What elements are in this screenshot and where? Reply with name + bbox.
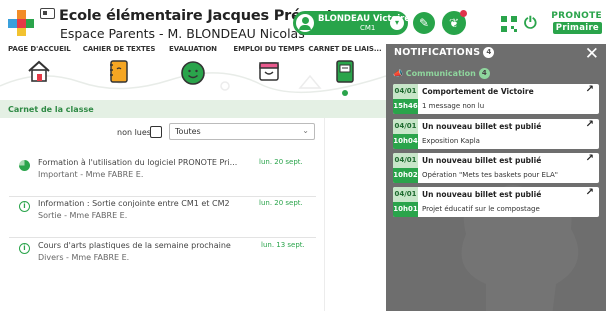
category-filter-value: Toutes [175, 127, 201, 136]
notification-title: Comportement de Victoire [422, 87, 534, 96]
notifications-title: NOTIFICATIONS 4 [394, 47, 495, 58]
chevron-down-icon: ⌄ [302, 126, 309, 135]
id-card-icon [40, 8, 55, 19]
notification-detail: Opération "Mets tes baskets pour ELA" [422, 171, 559, 179]
unread-filter-checkbox[interactable] [150, 126, 162, 138]
notification-date: 04/01 [393, 84, 418, 99]
smiley-icon [181, 61, 205, 85]
notification-card[interactable]: 04/01 15h46 Comportement de Victoire 1 m… [393, 84, 599, 114]
open-arrow-icon[interactable]: ↗ [586, 84, 594, 95]
nav-label: CAHIER DE TEXTES [82, 45, 156, 53]
notification-time: 10h04 [393, 134, 418, 149]
notifications-panel: NOTIFICATIONS 4 ✕ 📣 Communication 4 04/01 … [386, 44, 606, 311]
item-subtitle: Sortie - Mme FABRE E. [38, 211, 128, 220]
notification-detail: 1 message non lu [422, 102, 485, 110]
notification-time: 10h02 [393, 168, 418, 183]
notification-card[interactable]: 04/01 10h01 Un nouveau billet est publié… [393, 187, 599, 217]
gift-notification-icon[interactable]: ❦ [442, 10, 467, 35]
logout-power-icon[interactable]: ⏻ [524, 13, 537, 33]
megaphone-icon: 📣 [393, 69, 406, 78]
notifications-title-text: NOTIFICATIONS [394, 47, 481, 58]
item-date: lun. 20 sept. [259, 158, 303, 166]
nav-item-emploi-du-temps[interactable]: EMPLOI DU TEMPS [233, 44, 305, 99]
school-name: Ecole élémentaire Jacques Prévert [40, 8, 334, 24]
pronote-brand: PRONOTE [551, 11, 602, 21]
nav-item-accueil[interactable]: PAGE D'ACCUEIL [8, 44, 71, 99]
pronote-sub: Primaire [552, 22, 602, 34]
qr-code-icon[interactable] [501, 16, 517, 32]
nav-label: EMPLOI DU TEMPS [233, 45, 305, 53]
pronote-logo: PRONOTE Primaire [548, 11, 602, 37]
close-icon[interactable]: ✕ [585, 44, 599, 64]
nav-label: EVALUATION [169, 45, 217, 53]
info-icon: i [19, 201, 30, 212]
active-nav-indicator [342, 90, 348, 96]
nav-item-evaluation[interactable]: EVALUATION [162, 44, 224, 99]
nav-label: PAGE D'ACCUEIL [8, 45, 71, 53]
notification-time: 10h01 [393, 202, 418, 217]
house-icon [28, 60, 50, 82]
unread-filter-label: non lues [117, 128, 151, 137]
student-selector[interactable]: BLONDEAU Victoire CM1 ▾ [293, 11, 410, 35]
app-header: Ecole élémentaire Jacques Prévert Espace… [0, 0, 606, 44]
nav-label: CARNET DE LIAIS... [308, 45, 382, 53]
list-item[interactable]: i Cours d'arts plastiques de la semaine … [0, 240, 324, 280]
row-separator [9, 237, 316, 238]
notification-card[interactable]: 04/01 10h04 Un nouveau billet est publié… [393, 119, 599, 149]
item-title: Information : Sortie conjointe entre CM1… [38, 199, 230, 208]
item-subtitle: Important - Mme FABRE E. [38, 170, 144, 179]
notification-detail: Exposition Kapla [422, 137, 480, 145]
item-title: Cours d'arts plastiques de la semaine pr… [38, 241, 231, 250]
calendar-icon [259, 62, 279, 81]
list-item[interactable]: i Information : Sortie conjointe entre C… [0, 198, 324, 238]
item-date: lun. 13 sept. [261, 241, 305, 249]
notification-title: Un nouveau billet est publié [422, 190, 542, 199]
row-separator [9, 196, 316, 197]
main-nav: PAGE D'ACCUEIL CAHIER DE TEXTES EVALUATI… [0, 44, 386, 99]
item-date: lun. 20 sept. [259, 199, 303, 207]
category-filter-select[interactable]: Toutes ⌄ [169, 123, 315, 140]
list-item[interactable]: Formation à l'utilisation du logiciel PR… [0, 157, 324, 197]
item-title: Formation à l'utilisation du logiciel PR… [38, 158, 238, 167]
notification-detail: Projet éducatif sur le compostage [422, 205, 540, 213]
open-arrow-icon[interactable]: ↗ [586, 187, 594, 198]
space-label: Espace Parents - M. BLONDEAU Nicolas [60, 26, 305, 41]
communication-category[interactable]: 📣 Communication 4 [393, 68, 490, 79]
notification-date: 04/01 [393, 119, 418, 134]
notification-time: 15h46 [393, 99, 418, 114]
info-icon: i [19, 243, 30, 254]
nav-item-cahier-textes[interactable]: CAHIER DE TEXTES [80, 44, 158, 99]
messaging-icon[interactable]: ✎ [413, 12, 435, 34]
user-avatar-icon [296, 14, 314, 32]
notification-date: 04/01 [393, 153, 418, 168]
open-arrow-icon[interactable]: ↗ [586, 119, 594, 130]
open-arrow-icon[interactable]: ↗ [586, 153, 594, 164]
student-class: CM1 [360, 24, 376, 32]
notification-date: 04/01 [393, 187, 418, 202]
communication-label: Communication [405, 69, 476, 78]
index-logo-icon [8, 10, 34, 36]
chevron-down-icon: ▾ [390, 16, 404, 30]
notifications-count-badge: 4 [483, 47, 495, 58]
section-title: Carnet de la classe [0, 100, 386, 118]
notification-title: Un nouveau billet est publié [422, 156, 542, 165]
pie-icon [19, 160, 30, 171]
item-subtitle: Divers - Mme FABRE E. [38, 253, 130, 262]
communication-count-badge: 4 [478, 68, 490, 79]
notification-card[interactable]: 04/01 10h02 Un nouveau billet est publié… [393, 153, 599, 183]
notification-title: Un nouveau billet est publié [422, 122, 542, 131]
liaison-book-icon [336, 60, 354, 83]
column-divider [324, 118, 325, 311]
notebook-icon [110, 60, 128, 83]
